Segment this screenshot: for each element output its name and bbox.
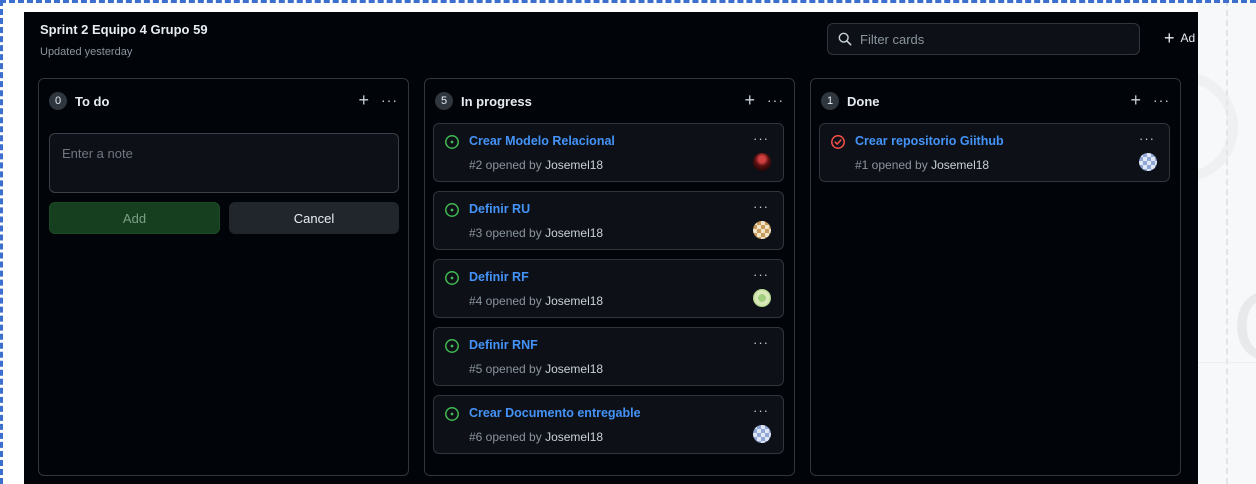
column-done: 1 Done + ··· Crear repositorio Giithub #… bbox=[810, 78, 1181, 476]
card-menu-icon[interactable]: ··· bbox=[753, 404, 769, 417]
issue-author-link[interactable]: Josemel18 bbox=[545, 294, 603, 308]
search-icon bbox=[838, 32, 852, 46]
left-margin bbox=[3, 3, 24, 484]
issue-meta-prefix: #4 opened by bbox=[469, 294, 546, 308]
issue-card[interactable]: Definir RNF #5 opened by Josemel18 ··· bbox=[433, 327, 784, 386]
add-card-plus-icon[interactable]: + bbox=[358, 91, 369, 109]
issue-closed-icon bbox=[831, 135, 845, 149]
issue-card[interactable]: Crear Documento entregable #6 opened by … bbox=[433, 395, 784, 454]
add-card-plus-icon[interactable]: + bbox=[1130, 91, 1141, 109]
background-glyph: C bbox=[1232, 282, 1256, 374]
issue-meta-prefix: #1 opened by bbox=[855, 158, 932, 172]
column-title: In progress bbox=[461, 93, 532, 109]
issue-meta-prefix: #6 opened by bbox=[469, 430, 546, 444]
avatar[interactable] bbox=[753, 153, 771, 171]
issue-open-icon bbox=[445, 203, 459, 217]
column-header: 0 To do bbox=[39, 79, 408, 123]
column-to-do: 0 To do + ··· Add Cancel bbox=[38, 78, 409, 476]
issue-title-link[interactable]: Crear Modelo Relacional bbox=[469, 134, 615, 148]
issue-author-link[interactable]: Josemel18 bbox=[545, 226, 603, 240]
column-in-progress: 5 In progress + ··· Crear Modelo Relacio… bbox=[424, 78, 795, 476]
background-dashed-line bbox=[1226, 0, 1228, 484]
add-column-button[interactable]: + Ad bbox=[1164, 29, 1195, 47]
avatar[interactable] bbox=[753, 289, 771, 307]
note-textarea[interactable] bbox=[49, 133, 399, 193]
selection-border-top bbox=[0, 0, 1256, 3]
project-title: Sprint 2 Equipo 4 Grupo 59 bbox=[40, 22, 208, 37]
issue-meta: #1 opened by Josemel18 bbox=[855, 158, 989, 172]
filter-cards-field[interactable] bbox=[827, 23, 1140, 55]
issue-meta: #4 opened by Josemel18 bbox=[469, 294, 603, 308]
issue-open-icon bbox=[445, 339, 459, 353]
plus-icon: + bbox=[1164, 28, 1175, 48]
top-margin bbox=[3, 3, 1198, 12]
issue-title-link[interactable]: Definir RU bbox=[469, 202, 530, 216]
issue-author-link[interactable]: Josemel18 bbox=[931, 158, 989, 172]
column-count-badge: 5 bbox=[435, 92, 453, 110]
issue-open-icon bbox=[445, 135, 459, 149]
issue-author-link[interactable]: Josemel18 bbox=[545, 362, 603, 376]
issue-title-link[interactable]: Definir RNF bbox=[469, 338, 538, 352]
column-actions: + ··· bbox=[744, 91, 784, 109]
issue-meta-prefix: #2 opened by bbox=[469, 158, 546, 172]
column-title: Done bbox=[847, 93, 880, 109]
issue-meta-prefix: #3 opened by bbox=[469, 226, 546, 240]
issue-meta-prefix: #5 opened by bbox=[469, 362, 546, 376]
issue-meta: #3 opened by Josemel18 bbox=[469, 226, 603, 240]
card-menu-icon[interactable]: ··· bbox=[753, 336, 769, 349]
issue-meta: #6 opened by Josemel18 bbox=[469, 430, 603, 444]
filter-cards-input[interactable] bbox=[860, 31, 1130, 47]
card-menu-icon[interactable]: ··· bbox=[1139, 132, 1155, 145]
issue-card[interactable]: Definir RU #3 opened by Josemel18 ··· bbox=[433, 191, 784, 250]
column-menu-icon[interactable]: ··· bbox=[1153, 93, 1170, 107]
add-card-plus-icon[interactable]: + bbox=[744, 91, 755, 109]
column-header: 1 Done bbox=[811, 79, 1180, 123]
issue-meta: #5 opened by Josemel18 bbox=[469, 362, 603, 376]
add-column-label: Ad bbox=[1180, 31, 1196, 45]
project-board: Sprint 2 Equipo 4 Grupo 59 Updated yeste… bbox=[24, 12, 1198, 484]
issue-author-link[interactable]: Josemel18 bbox=[545, 430, 603, 444]
issue-card[interactable]: Crear Modelo Relacional #2 opened by Jos… bbox=[433, 123, 784, 182]
column-count-badge: 0 bbox=[49, 92, 67, 110]
issue-title-link[interactable]: Definir RF bbox=[469, 270, 529, 284]
issue-title-link[interactable]: Crear Documento entregable bbox=[469, 406, 641, 420]
issue-open-icon bbox=[445, 407, 459, 421]
column-header: 5 In progress bbox=[425, 79, 794, 123]
card-menu-icon[interactable]: ··· bbox=[753, 132, 769, 145]
issue-open-icon bbox=[445, 271, 459, 285]
selection-border-left bbox=[0, 0, 3, 484]
card-menu-icon[interactable]: ··· bbox=[753, 200, 769, 213]
issue-card[interactable]: Crear repositorio Giithub #1 opened by J… bbox=[819, 123, 1170, 182]
issue-title-link[interactable]: Crear repositorio Giithub bbox=[855, 134, 1004, 148]
column-actions: + ··· bbox=[358, 91, 398, 109]
column-count-badge: 1 bbox=[821, 92, 839, 110]
issue-card[interactable]: Definir RF #4 opened by Josemel18 ··· bbox=[433, 259, 784, 318]
column-menu-icon[interactable]: ··· bbox=[381, 93, 398, 107]
add-note-button[interactable]: Add bbox=[49, 202, 220, 234]
column-menu-icon[interactable]: ··· bbox=[767, 93, 784, 107]
project-updated-text: Updated yesterday bbox=[40, 46, 133, 58]
cancel-note-button[interactable]: Cancel bbox=[229, 202, 399, 234]
issue-meta: #2 opened by Josemel18 bbox=[469, 158, 603, 172]
avatar[interactable] bbox=[1139, 153, 1157, 171]
issue-author-link[interactable]: Josemel18 bbox=[545, 158, 603, 172]
column-title: To do bbox=[75, 93, 110, 109]
column-actions: + ··· bbox=[1130, 91, 1170, 109]
avatar[interactable] bbox=[753, 425, 771, 443]
card-menu-icon[interactable]: ··· bbox=[753, 268, 769, 281]
avatar[interactable] bbox=[753, 221, 771, 239]
